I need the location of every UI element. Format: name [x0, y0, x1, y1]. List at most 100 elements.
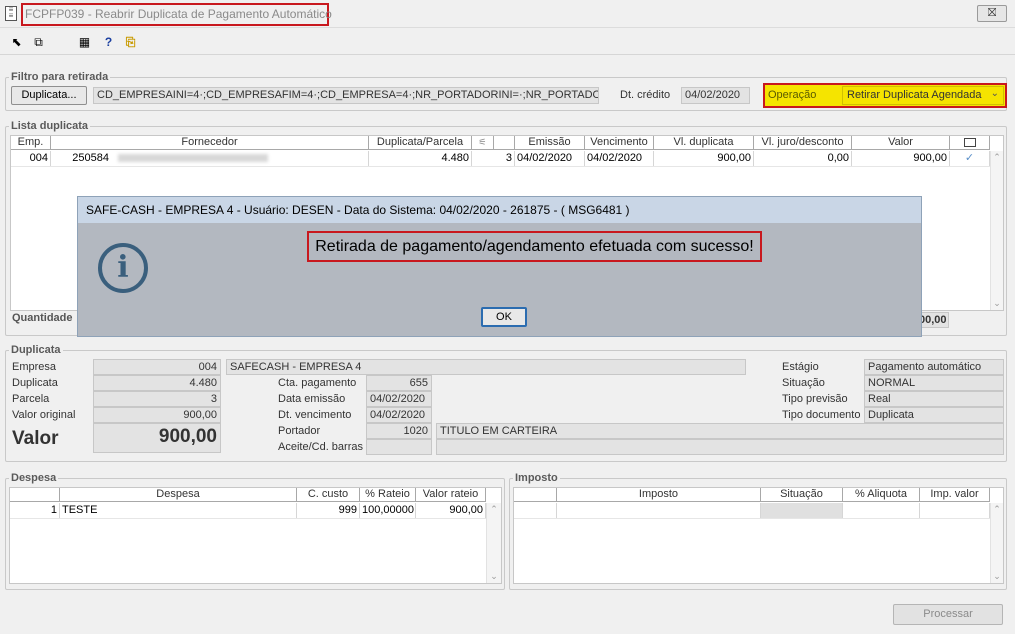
portador-field: 1020: [366, 423, 432, 439]
col-emissao[interactable]: Emissão: [515, 136, 585, 150]
imposto-col-imposto[interactable]: Imposto: [557, 488, 761, 502]
row-emp: 004: [11, 151, 51, 166]
info-icon: i: [98, 243, 148, 293]
valor-field: 900,00: [93, 423, 221, 453]
filtro-label: Filtro para retirada: [9, 71, 111, 83]
scroll-down-icon[interactable]: ⌄: [487, 571, 501, 582]
despesa-col-rateio[interactable]: % Rateio: [360, 488, 416, 502]
exit-icon[interactable]: ⎘: [122, 34, 139, 50]
portador-desc-field: TITULO EM CARTEIRA: [436, 423, 1004, 439]
col-blank[interactable]: [494, 136, 515, 150]
scroll-up-icon[interactable]: ⌃: [487, 504, 501, 515]
imposto-row-c3: [843, 503, 920, 518]
blurred-supplier-name: [118, 154, 269, 163]
col-fornecedor[interactable]: Fornecedor: [51, 136, 369, 150]
imposto-col-situacao[interactable]: Situação: [761, 488, 843, 502]
duplicata-num-field: 4.480: [93, 375, 221, 391]
tipo-documento-field: Duplicata: [864, 407, 1004, 423]
table-row[interactable]: 1 TESTE 999 100,00000 900,00: [10, 503, 486, 519]
col-duplicata-parcela[interactable]: Duplicata/Parcela: [369, 136, 472, 150]
empresa-nome-field: SAFECASH - EMPRESA 4: [226, 359, 746, 375]
col-valor[interactable]: Valor: [852, 136, 950, 150]
help-icon[interactable]: ?: [100, 34, 117, 50]
table-row[interactable]: [514, 503, 990, 519]
processar-button[interactable]: Processar: [893, 604, 1003, 625]
data-emissao-label: Data emissão: [278, 393, 346, 405]
cta-pagamento-label: Cta. pagamento: [278, 377, 357, 389]
dt-vencimento-field: 04/02/2020: [366, 407, 432, 423]
valor-original-field: 900,00: [93, 407, 221, 423]
col-select-all[interactable]: [950, 136, 990, 150]
operacao-label: Operação: [768, 89, 817, 101]
despesa-label: Despesa: [9, 472, 59, 484]
duplicata-button[interactable]: Duplicata...: [11, 86, 87, 105]
col-emp[interactable]: Emp.: [11, 136, 51, 150]
row-vl-duplicata: 900,00: [654, 151, 754, 166]
imposto-col-blank[interactable]: [514, 488, 557, 502]
parcela-label: Parcela: [12, 393, 50, 405]
windows-icon[interactable]: ⧉: [30, 34, 47, 50]
window-title: FCPFP039 - Reabrir Duplicata de Pagament…: [21, 3, 332, 26]
checkbox-icon: [963, 138, 976, 147]
imposto-row-c0: [514, 503, 557, 518]
data-emissao-field: 04/02/2020: [366, 391, 432, 407]
scroll-up-icon[interactable]: ⌃: [991, 504, 1003, 515]
dialog-title: SAFE-CASH - EMPRESA 4 - Usuário: DESEN -…: [78, 197, 921, 223]
imposto-col-valor[interactable]: Imp. valor: [920, 488, 990, 502]
imposto-label: Imposto: [513, 472, 560, 484]
lista-scrollbar[interactable]: ⌃ ⌄: [990, 151, 1003, 310]
situacao-field: NORMAL: [864, 375, 1004, 391]
quantidade-label: Quantidade: [12, 312, 73, 324]
tipo-previsao-field: Real: [864, 391, 1004, 407]
despesa-col-num[interactable]: [10, 488, 60, 502]
empresa-field: 004: [93, 359, 221, 375]
row-parcela: 3: [472, 151, 515, 166]
arrow-icon[interactable]: ⬉: [8, 34, 25, 50]
chevron-down-icon: ⌄: [990, 88, 999, 99]
operacao-value: Retirar Duplicata Agendada: [847, 89, 982, 101]
parcela-field: 3: [93, 391, 221, 407]
despesa-row-num: 1: [10, 503, 60, 518]
duplicata-num-label: Duplicata: [12, 377, 58, 389]
row-fornecedor: 250584: [51, 151, 369, 166]
row-checkbox[interactable]: ✓: [950, 151, 990, 166]
imposto-row-c1: [557, 503, 761, 518]
dt-credito-field[interactable]: 04/02/2020: [681, 87, 750, 104]
aceite-field: [366, 439, 432, 455]
row-vencimento: 04/02/2020: [585, 151, 654, 166]
dt-credito-label: Dt. crédito: [620, 89, 671, 101]
close-button[interactable]: ⛝: [977, 5, 1007, 22]
scroll-down-icon[interactable]: ⌄: [991, 298, 1003, 309]
filter-text-field[interactable]: CD_EMPRESAINI=4·;CD_EMPRESAFIM=4·;CD_EMP…: [93, 87, 599, 104]
col-vl-duplicata[interactable]: Vl. duplicata: [654, 136, 754, 150]
grid-icon[interactable]: ▦: [76, 34, 93, 50]
col-vencimento[interactable]: Vencimento: [585, 136, 654, 150]
lista-label: Lista duplicata: [9, 120, 91, 132]
operacao-select[interactable]: Retirar Duplicata Agendada ⌄: [842, 86, 1004, 105]
scroll-up-icon[interactable]: ⌃: [991, 152, 1003, 163]
empresa-label: Empresa: [12, 361, 57, 373]
toolbar-divider: [0, 54, 1015, 55]
despesa-col-valor-rateio[interactable]: Valor rateio: [416, 488, 486, 502]
aceite-label: Aceite/Cd. barras: [278, 441, 363, 453]
despesa-row-despesa: TESTE: [60, 503, 297, 518]
despesa-col-despesa[interactable]: Despesa: [60, 488, 297, 502]
despesa-scrollbar[interactable]: ⌃ ⌄: [486, 503, 501, 583]
despesa-table: Despesa C. custo % Rateio Valor rateio 1…: [9, 487, 502, 584]
estagio-label: Estágio: [782, 361, 819, 373]
ok-button[interactable]: OK: [481, 307, 527, 327]
despesa-row-rateio: 100,00000: [362, 503, 416, 518]
row-duplicata: 4.480: [369, 151, 472, 166]
row-fornecedor-code: 250584: [72, 152, 109, 164]
despesa-col-ccusto[interactable]: C. custo: [297, 488, 360, 502]
scroll-down-icon[interactable]: ⌄: [991, 571, 1003, 582]
col-vl-juro[interactable]: Vl. juro/desconto: [754, 136, 852, 150]
despesa-row-valor-rateio: 900,00: [416, 503, 486, 518]
table-row[interactable]: 004 250584 4.480 3 04/02/2020 04/02/2020…: [11, 151, 990, 167]
document-icon: ≡ ≡: [5, 6, 17, 21]
imposto-row-c2: [761, 503, 843, 518]
col-sort[interactable]: ⚟: [472, 136, 494, 150]
imposto-scrollbar[interactable]: ⌃ ⌄: [990, 503, 1003, 583]
imposto-col-aliquota[interactable]: % Aliquota: [843, 488, 920, 502]
tipo-previsao-label: Tipo previsão: [782, 393, 848, 405]
